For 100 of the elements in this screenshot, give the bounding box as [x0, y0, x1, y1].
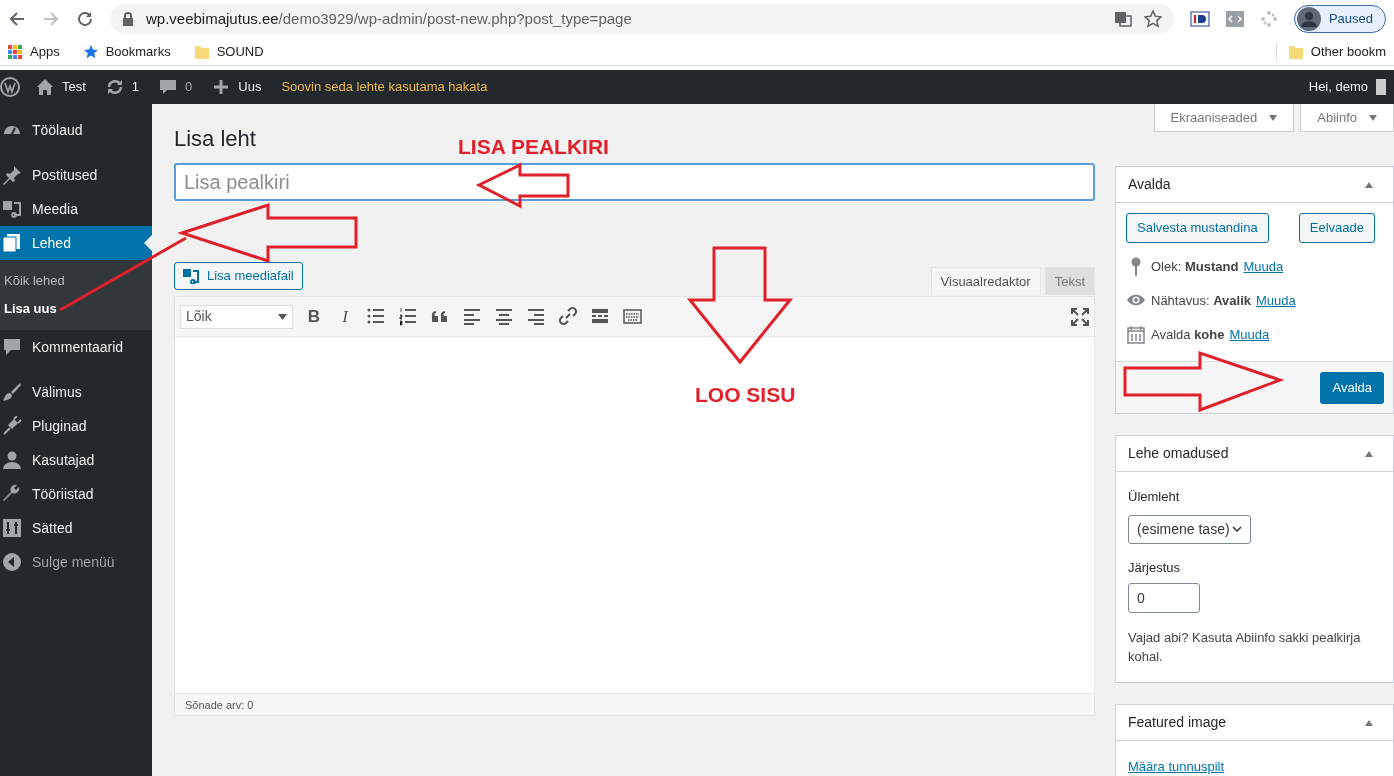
sidebar-item[interactable]: Tööriistad [0, 477, 152, 511]
field-label: Ülemleht [1128, 488, 1181, 506]
star-icon [83, 44, 98, 59]
brush-icon [2, 382, 22, 402]
bookmark-item[interactable]: Bookmarks [83, 41, 171, 62]
user-icon [2, 450, 22, 470]
meta-box-title: Lehe omadused [1128, 444, 1229, 463]
profile-button[interactable]: Paused [1293, 5, 1386, 33]
home-icon [36, 78, 54, 96]
edit-link[interactable]: Muuda [1256, 291, 1296, 311]
read-more-icon[interactable] [591, 307, 610, 326]
id-extension-icon[interactable] [1189, 11, 1210, 27]
field-label: Järjestus [1128, 558, 1182, 577]
collapse-arrow-icon[interactable] [1365, 181, 1373, 188]
folder-icon [194, 44, 209, 59]
keyboard-icon[interactable] [623, 307, 642, 326]
caret-down-icon [1369, 114, 1377, 121]
publish-setting-text: Nähtavus: Avalik [1151, 292, 1251, 311]
back-icon[interactable] [8, 10, 26, 28]
new-link[interactable]: Uus [212, 77, 262, 97]
comments-link[interactable]: 0 [159, 77, 193, 97]
caret-down-icon [278, 313, 287, 320]
wordpress-logo-icon[interactable] [0, 77, 20, 97]
help-text: Vajad abi? Kasuta Abiinfo sakki pealkirja kohal. [1128, 629, 1362, 666]
pin-icon [1130, 257, 1142, 277]
fullscreen-icon[interactable] [1071, 307, 1089, 326]
sidebar-item[interactable]: Postitused [0, 158, 152, 192]
annotation-text: LOO SISU [695, 382, 796, 408]
set-featured-image-link[interactable]: Määra tunnuspilt [1128, 759, 1225, 774]
align-left-icon[interactable] [463, 307, 482, 326]
edit-link[interactable]: Muuda [1243, 257, 1284, 277]
sidebar-item[interactable]: Pluginad [0, 409, 152, 443]
bulleted-list-icon[interactable] [367, 307, 386, 326]
reload-icon[interactable] [76, 10, 94, 28]
publish-setting-text: Olek: Mustand [1151, 258, 1239, 277]
add-media-button[interactable]: Lisa meediafail [174, 262, 303, 290]
pin-icon [2, 165, 22, 185]
word-count-text: Sõnade arv: 0 [175, 693, 1094, 715]
edit-link[interactable]: Muuda [1229, 325, 1270, 345]
page-title: Lisa leht [174, 125, 256, 153]
apps-icon [8, 44, 22, 59]
star-icon[interactable] [1143, 10, 1162, 28]
sidebar-item[interactable]: Kommentaarid [0, 330, 152, 364]
folder-icon [1288, 44, 1303, 59]
align-center-icon[interactable] [495, 307, 514, 326]
screen-options-tab[interactable]: Abiinfo [1300, 104, 1394, 132]
caret-down-icon [1269, 114, 1278, 121]
publish-setting-text: Avalda kohe [1151, 326, 1225, 345]
sidebar-item[interactable]: Sätted [0, 511, 152, 545]
plug-icon [2, 416, 22, 436]
media-icon [2, 199, 22, 219]
bookmark-item[interactable]: Apps [8, 41, 60, 62]
italic-button[interactable]: I [335, 306, 355, 327]
publish-button[interactable]: Avalda [1320, 371, 1384, 404]
speech-bubble-icon [159, 78, 178, 96]
calendar-icon [1126, 325, 1146, 345]
preview-button[interactable]: Eelvaade [1298, 213, 1375, 243]
pages-icon [2, 233, 22, 253]
collapse-arrow-icon[interactable] [1365, 719, 1373, 726]
bold-button[interactable]: B [304, 306, 324, 327]
numbered-list-icon[interactable] [399, 307, 418, 326]
title-field[interactable]: Lisa pealkiri [174, 163, 1095, 201]
annotation-text: LISA PEALKIRI [458, 134, 609, 160]
sidebar-item[interactable]: Lehed [0, 226, 152, 260]
account-link[interactable]: Hei, demo [1308, 77, 1386, 97]
meta-box-title: Featured image [1128, 713, 1227, 732]
meta-box-title: Avalda [1128, 175, 1171, 194]
sidebar-item[interactable]: Töölaud [0, 113, 152, 147]
chevron-down-icon [1232, 526, 1242, 532]
format-select[interactable]: Lõik [180, 304, 293, 329]
plus-icon [212, 78, 231, 96]
media-icon [183, 268, 199, 284]
address-bar[interactable]: wp.veebimajutus.ee/demo3929/wp-admin/post-new.php?post_type=page [110, 4, 1174, 34]
url-text: wp.veebimajutus.ee/demo3929/wp-admin/post-new.php?post_type=page [146, 8, 632, 29]
sidebar-item[interactable]: Välimus [0, 375, 152, 409]
submenu-item[interactable]: Lisa uus [0, 295, 152, 323]
sidebar-item[interactable]: Kasutajad [0, 443, 152, 477]
sidebar-item[interactable]: Sulge menüü [0, 545, 152, 579]
updates-link[interactable]: 1 [105, 77, 140, 97]
editor-tab[interactable]: Visuaalredaktor [930, 267, 1041, 295]
link-icon[interactable] [559, 307, 578, 326]
notice-text: Soovin seda lehte kasutama hakata [281, 78, 488, 97]
parent-page-select[interactable]: (esimene tase) [1128, 514, 1251, 544]
order-field[interactable]: 0 [1128, 583, 1200, 613]
align-right-icon[interactable] [527, 307, 546, 326]
screen-options-tab[interactable]: Ekraaniseaded [1153, 104, 1295, 132]
bookmark-item[interactable]: Other bookm [1275, 41, 1386, 62]
code-extension-icon[interactable] [1225, 11, 1244, 27]
site-link[interactable]: Test [36, 77, 86, 97]
menu-pointer-icon [144, 235, 152, 251]
submenu-item[interactable]: Kõik lehed [0, 267, 152, 295]
save-draft-button[interactable]: Salvesta mustandina [1126, 213, 1269, 243]
speech-bubble-icon [2, 337, 22, 357]
wrench-icon [2, 484, 22, 504]
translate-icon[interactable] [1113, 11, 1132, 27]
refresh-icon [105, 78, 124, 96]
bookmark-item[interactable]: SOUND [194, 41, 264, 62]
lock-icon [122, 12, 134, 26]
sidebar-item[interactable]: Meedia [0, 192, 152, 226]
collapse-arrow-icon[interactable] [1365, 450, 1373, 457]
